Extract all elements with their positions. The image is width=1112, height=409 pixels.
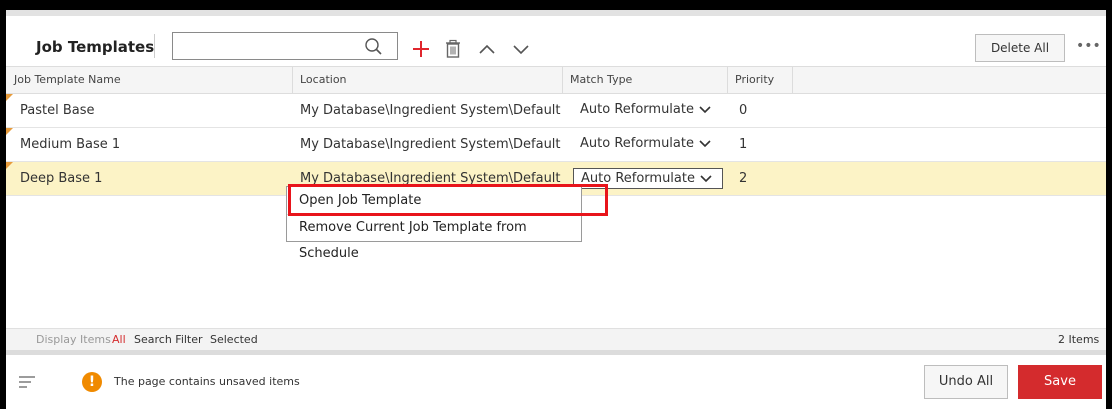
match-type-dropdown[interactable]: Auto Reformulate bbox=[573, 134, 723, 155]
row-name: Pastel Base bbox=[20, 103, 95, 118]
footer: ! The page contains unsaved items Undo A… bbox=[6, 355, 1106, 409]
column-header-location[interactable]: Location bbox=[300, 67, 347, 93]
highlight-box bbox=[288, 184, 608, 216]
table-row[interactable]: Medium Base 1 My Database\Ingredient Sys… bbox=[6, 128, 1106, 162]
status-bar: Display Items All Search Filter Selected… bbox=[6, 328, 1106, 350]
remove-job-template-menu-item[interactable]: Remove Current Job Template from Schedul… bbox=[287, 215, 581, 261]
row-location: My Database\Ingredient System\Default bbox=[300, 103, 561, 118]
chevron-down-icon[interactable] bbox=[698, 104, 712, 116]
column-header-name[interactable]: Job Template Name bbox=[14, 67, 121, 93]
save-button[interactable]: Save bbox=[1018, 365, 1102, 399]
column-divider bbox=[792, 67, 793, 93]
add-icon[interactable] bbox=[410, 38, 432, 60]
warning-icon: ! bbox=[82, 372, 102, 392]
trash-icon[interactable] bbox=[442, 38, 464, 60]
row-priority: 0 bbox=[739, 103, 748, 118]
column-divider bbox=[727, 67, 728, 93]
display-items-label: Display Items bbox=[36, 333, 111, 346]
chevron-up-icon[interactable] bbox=[476, 38, 498, 60]
row-priority: 2 bbox=[739, 171, 748, 186]
filter-all-link[interactable]: All bbox=[112, 329, 126, 350]
chevron-down-icon[interactable] bbox=[699, 173, 713, 185]
search-icon[interactable] bbox=[363, 36, 385, 58]
row-name: Medium Base 1 bbox=[20, 137, 121, 152]
column-divider bbox=[292, 67, 293, 93]
row-marker bbox=[6, 162, 13, 169]
menu-lines-icon[interactable] bbox=[18, 375, 38, 389]
row-location: My Database\Ingredient System\Default bbox=[300, 137, 561, 152]
row-name: Deep Base 1 bbox=[20, 171, 103, 186]
unsaved-message: The page contains unsaved items bbox=[114, 375, 300, 388]
panel-title: Job Templates bbox=[36, 38, 155, 56]
filter-search-link[interactable]: Search Filter bbox=[134, 329, 203, 350]
filter-selected-link[interactable]: Selected bbox=[210, 329, 258, 350]
toolbar-divider bbox=[154, 34, 155, 58]
more-options-icon[interactable]: ••• bbox=[1076, 39, 1101, 53]
chevron-down-icon[interactable] bbox=[510, 38, 532, 60]
search-input[interactable] bbox=[172, 32, 398, 60]
job-templates-panel: Job Templates Delete All ••• Job Templat… bbox=[6, 10, 1106, 409]
table-header: Job Template Name Location Match Type Pr… bbox=[6, 66, 1106, 94]
column-header-priority[interactable]: Priority bbox=[735, 67, 774, 93]
row-marker bbox=[6, 128, 13, 135]
table-row[interactable]: Pastel Base My Database\Ingredient Syste… bbox=[6, 94, 1106, 128]
row-marker bbox=[6, 94, 13, 101]
chevron-down-icon[interactable] bbox=[698, 138, 712, 150]
column-divider bbox=[562, 67, 563, 93]
unsaved-warning: ! The page contains unsaved items bbox=[64, 365, 300, 399]
delete-all-button[interactable]: Delete All bbox=[975, 34, 1065, 62]
item-count: 2 Items bbox=[1058, 333, 1100, 346]
match-type-value: Auto Reformulate bbox=[580, 136, 694, 151]
column-header-match-type[interactable]: Match Type bbox=[570, 67, 632, 93]
row-priority: 1 bbox=[739, 137, 748, 152]
match-type-value: Auto Reformulate bbox=[580, 102, 694, 117]
match-type-dropdown[interactable]: Auto Reformulate bbox=[573, 100, 723, 121]
undo-all-button[interactable]: Undo All bbox=[924, 365, 1008, 399]
